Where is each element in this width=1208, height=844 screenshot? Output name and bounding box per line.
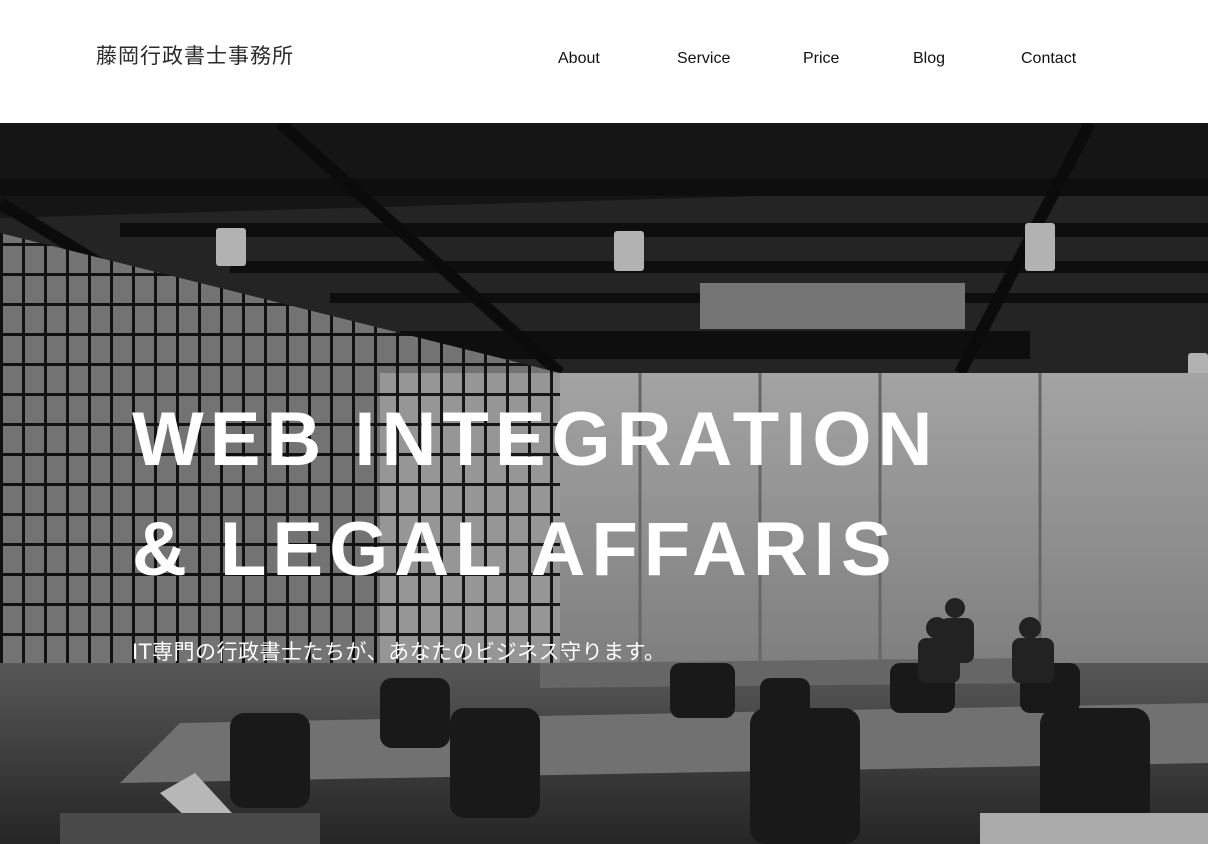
- site-header: 藤岡行政書士事務所 About Service Price Blog Conta…: [0, 0, 1208, 123]
- hero-title-line-1: WEB INTEGRATION: [132, 397, 939, 482]
- nav-link-contact[interactable]: Contact: [1021, 50, 1076, 68]
- hero-subtitle: IT専門の行政書士たちが、あなたのビジネス守ります。: [132, 640, 666, 664]
- nav-link-about[interactable]: About: [558, 50, 600, 68]
- main-nav: About Service Price Blog Contact: [0, 50, 1208, 74]
- hero-section: WEB INTEGRATION & LEGAL AFFARIS IT専門の行政書…: [0, 123, 1208, 844]
- hero-title: WEB INTEGRATION & LEGAL AFFARIS: [132, 385, 938, 605]
- nav-link-price[interactable]: Price: [803, 50, 839, 68]
- nav-link-blog[interactable]: Blog: [913, 50, 945, 68]
- hero-title-line-2: & LEGAL AFFARIS: [132, 507, 898, 592]
- nav-link-service[interactable]: Service: [677, 50, 730, 68]
